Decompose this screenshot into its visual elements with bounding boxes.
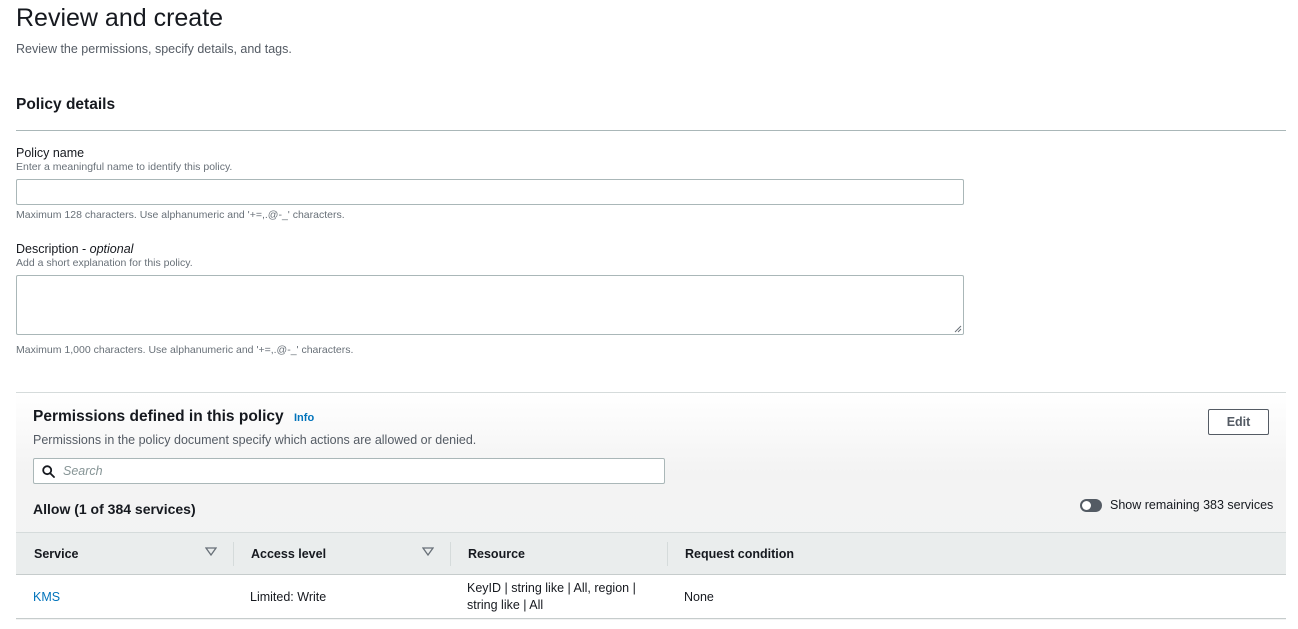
page-title: Review and create [16, 4, 224, 32]
column-header-access-level[interactable]: Access level [251, 547, 326, 561]
allow-heading: Allow (1 of 384 services) [33, 501, 196, 517]
column-header-service[interactable]: Service [34, 547, 78, 561]
access-level-cell: Limited: Write [250, 590, 327, 604]
info-link[interactable]: Info [294, 412, 314, 424]
policy-name-input[interactable] [16, 179, 964, 205]
column-separator [233, 542, 234, 566]
description-label-text: Description - [16, 242, 90, 256]
column-separator [667, 542, 668, 566]
description-help: Add a short explanation for this policy. [16, 257, 193, 269]
resource-cell-line1: KeyID | string like | All, region | [467, 581, 636, 595]
edit-button[interactable]: Edit [1208, 409, 1269, 435]
search-icon [42, 464, 55, 478]
resource-cell-line2: string like | All [467, 598, 544, 612]
toggle-label: Show remaining 383 services [1110, 498, 1274, 512]
policy-name-description: Enter a meaningful name to identify this… [16, 161, 233, 173]
section-divider [16, 130, 1286, 131]
search-box[interactable] [33, 458, 665, 484]
toggle-knob [1082, 501, 1091, 510]
policy-name-constraint: Maximum 128 characters. Use alphanumeric… [16, 209, 345, 221]
resize-handle-icon[interactable] [954, 325, 962, 333]
optional-marker: optional [89, 242, 134, 256]
policy-name-label: Policy name [16, 146, 85, 160]
description-constraint: Maximum 1,000 characters. Use alphanumer… [16, 344, 354, 356]
table-row [16, 575, 1286, 619]
policy-details-title: Policy details [16, 96, 116, 113]
description-textarea[interactable] [16, 275, 964, 335]
search-input[interactable] [63, 464, 643, 478]
sort-down-icon[interactable] [205, 547, 217, 556]
description-label: Description - optional [16, 242, 133, 256]
permissions-description: Permissions in the policy document speci… [33, 433, 477, 447]
request-condition-cell: None [684, 590, 714, 604]
column-header-request-condition: Request condition [685, 547, 795, 561]
column-separator [450, 542, 451, 566]
sort-down-icon[interactable] [422, 547, 434, 556]
permissions-title: Permissions defined in this policy [33, 408, 284, 425]
service-link-kms[interactable]: KMS [33, 589, 60, 606]
column-header-resource: Resource [468, 547, 525, 561]
page-subtitle: Review the permissions, specify details,… [16, 42, 292, 56]
show-remaining-toggle[interactable] [1080, 499, 1102, 512]
